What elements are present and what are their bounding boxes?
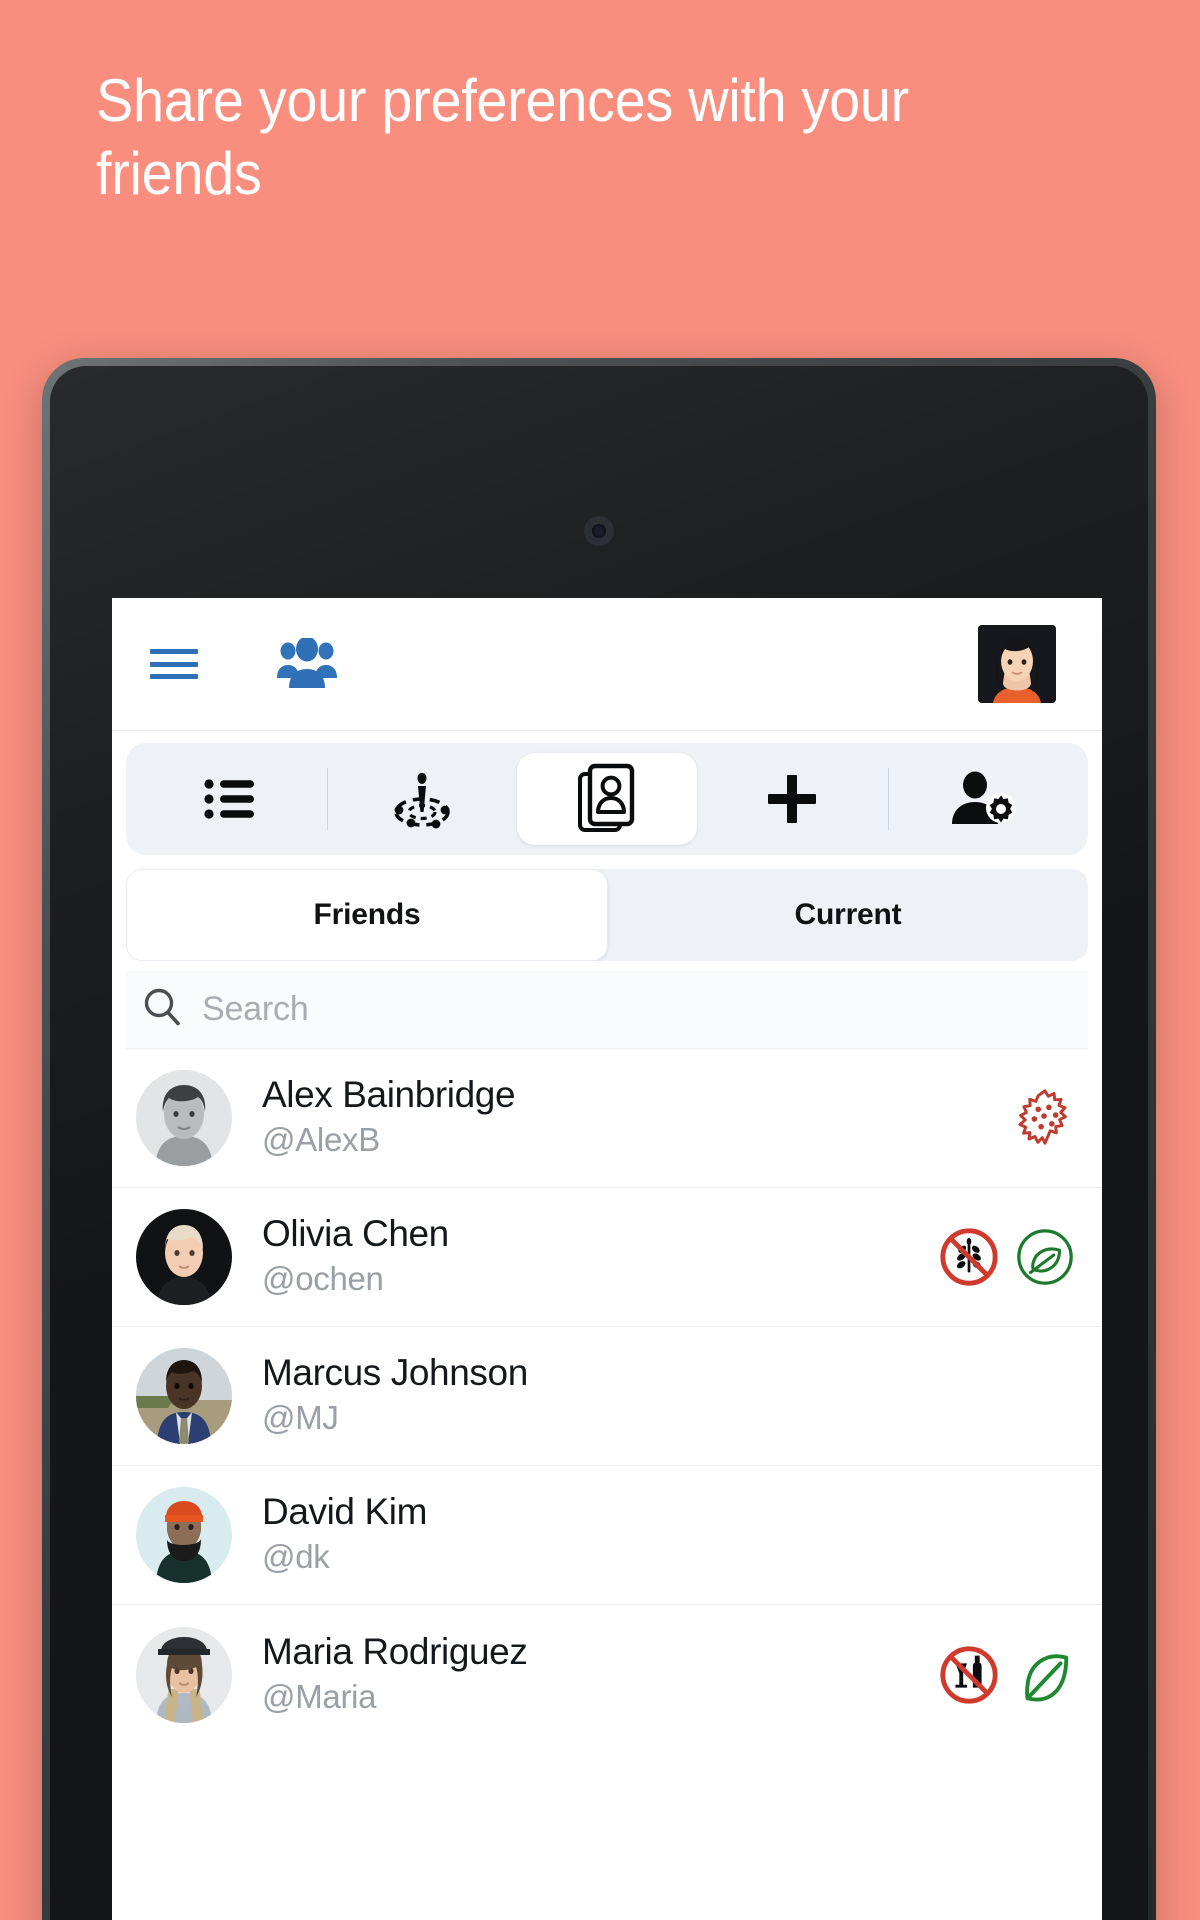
toolbar-container [112,731,1102,855]
tab-friends[interactable]: Friends [126,869,608,961]
list-item-text: Maria Rodriguez @Maria [262,1631,938,1719]
contact-cards-icon[interactable] [517,753,697,845]
search-placeholder: Search [202,990,309,1028]
list-item-text: David Kim @dk [262,1491,1076,1579]
friend-handle: @Maria [262,1677,377,1715]
avatar [136,1070,232,1166]
tablet-bezel: Friends Current Search Alex Bainbridge @… [50,366,1148,1920]
front-camera-icon [584,516,614,546]
list-item[interactable]: David Kim @dk [112,1466,1102,1605]
tabs-container: Friends Current [112,855,1102,961]
bulleted-list-icon[interactable] [136,743,327,855]
list-item[interactable]: Alex Bainbridge @AlexB [112,1049,1102,1188]
friend-handle: @AlexB [262,1121,380,1158]
users-group-icon[interactable] [276,638,338,690]
list-item-text: Alex Bainbridge @AlexB [262,1074,1014,1162]
friend-handle: @MJ [262,1399,339,1436]
search-icon [140,985,184,1034]
friend-handle: @dk [262,1538,330,1575]
icon-toolbar [126,743,1088,855]
avatar [136,1348,232,1444]
radar-network-icon[interactable] [326,743,518,855]
leaf-circle-icon [1017,1229,1073,1285]
friend-name: David Kim [262,1491,427,1533]
no-gluten-icon [940,1228,998,1286]
tablet-device-frame: Friends Current Search Alex Bainbridge @… [42,358,1156,1920]
friend-name: Olivia Chen [262,1213,449,1255]
app-bar [112,598,1102,731]
segmented-control: Friends Current [126,869,1088,961]
preference-badges [938,1226,1076,1288]
list-item[interactable]: Marcus Johnson @MJ [112,1327,1102,1466]
list-item[interactable]: Maria Rodriguez @Maria [112,1605,1102,1744]
friend-name: Alex Bainbridge [262,1074,516,1116]
user-settings-icon[interactable] [887,743,1079,855]
avatar [136,1487,232,1583]
friend-name: Maria Rodriguez [262,1630,528,1672]
search-input[interactable]: Search [126,971,1088,1049]
hamburger-menu-icon[interactable] [150,646,198,682]
avatar [136,1209,232,1305]
friend-handle: @ochen [262,1260,384,1297]
friend-name: Marcus Johnson [262,1352,528,1394]
no-alcohol-icon [940,1645,998,1704]
friends-list: Alex Bainbridge @AlexB Olivia Chen @oche… [112,1049,1102,1744]
list-item-text: Marcus Johnson @MJ [262,1352,1076,1440]
plus-icon[interactable] [697,743,888,855]
list-item-text: Olivia Chen @ochen [262,1213,938,1301]
allergen-pollen-icon [1018,1089,1067,1145]
preference-badges [1014,1087,1076,1149]
preference-badges [938,1644,1076,1706]
app-screen: Friends Current Search Alex Bainbridge @… [112,598,1102,1920]
avatar [136,1626,232,1723]
tab-current[interactable]: Current [608,869,1088,961]
list-item[interactable]: Olivia Chen @ochen [112,1188,1102,1327]
leaf-icon [1025,1653,1069,1701]
avatar[interactable] [978,625,1056,703]
promo-headline: Share your preferences with your friends [96,67,909,208]
